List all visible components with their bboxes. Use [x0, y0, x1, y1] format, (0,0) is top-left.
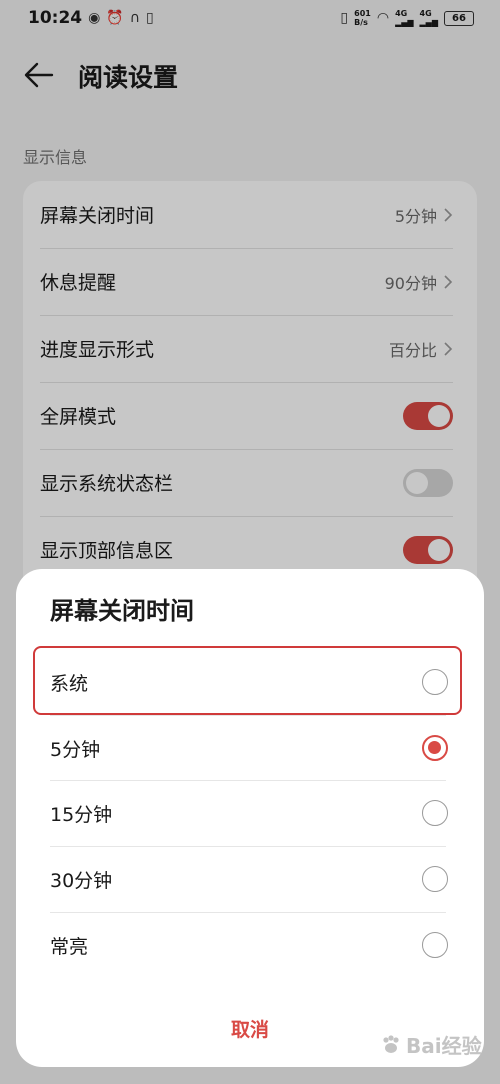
annotation-highlight-box: [33, 646, 462, 715]
radio-button-selected[interactable]: [422, 735, 448, 761]
paw-icon: [383, 1034, 399, 1053]
option-label: 30分钟: [50, 869, 113, 892]
option-always-on[interactable]: 常亮: [34, 912, 462, 978]
option-label: 5分钟: [50, 738, 101, 761]
screen-off-time-dialog: 屏幕关闭时间 系统 5分钟 15分钟 30分钟 常亮 取消: [16, 569, 484, 1067]
watermark-text: Bai经验: [406, 1034, 482, 1058]
option-30-min[interactable]: 30分钟: [34, 846, 462, 912]
option-5-min[interactable]: 5分钟: [34, 715, 462, 781]
dialog-title: 屏幕关闭时间: [50, 597, 194, 625]
option-label: 15分钟: [50, 803, 113, 826]
watermark: Bai经验: [380, 1030, 482, 1059]
option-label: 常亮: [50, 935, 89, 958]
radio-button[interactable]: [422, 866, 448, 892]
cancel-button[interactable]: 取消: [150, 1005, 350, 1051]
radio-button[interactable]: [422, 800, 448, 826]
option-15-min[interactable]: 15分钟: [34, 780, 462, 846]
radio-button[interactable]: [422, 932, 448, 958]
